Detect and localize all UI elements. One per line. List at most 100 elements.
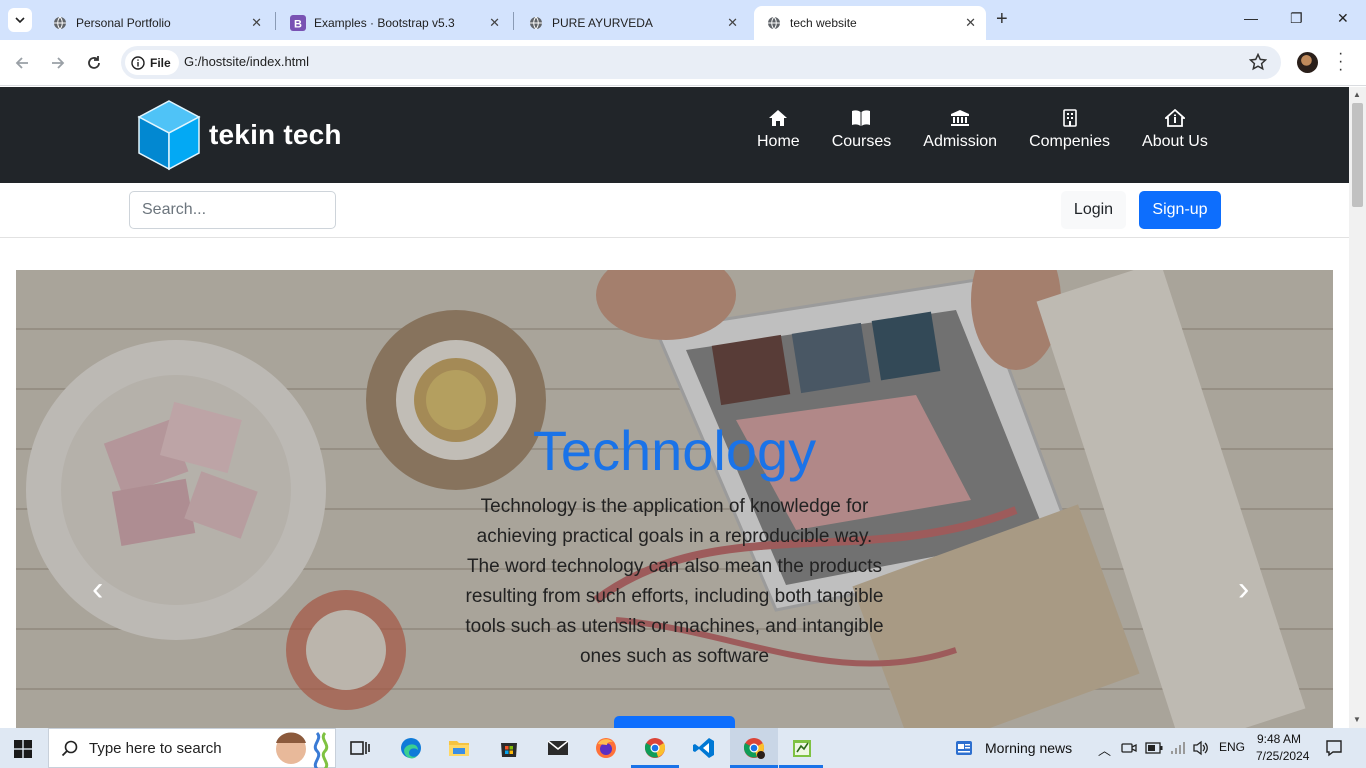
carousel-next-icon[interactable]: ›: [1238, 570, 1249, 609]
bookmark-star-icon[interactable]: [1248, 52, 1268, 76]
windows-start-icon[interactable]: [14, 740, 32, 763]
globe-icon: [766, 15, 782, 31]
globe-icon: [52, 15, 68, 31]
clock-time[interactable]: 9:48 AM: [1257, 732, 1301, 746]
site-info-label: File: [150, 55, 171, 70]
new-tab-plus-icon[interactable]: +: [996, 9, 1008, 29]
close-icon[interactable]: ✕: [965, 15, 976, 31]
book-icon: [852, 110, 871, 126]
scrollbar-thumb[interactable]: [1352, 103, 1363, 207]
close-icon[interactable]: ✕: [727, 15, 738, 31]
language-indicator[interactable]: ENG: [1219, 740, 1245, 754]
house-info-icon: [1164, 109, 1185, 127]
notifications-icon[interactable]: [1325, 739, 1343, 757]
brand-name: tekin tech: [209, 119, 342, 150]
mail-icon[interactable]: [546, 736, 570, 760]
search-login-bar: Login Sign-up: [0, 183, 1349, 238]
tab-divider: [275, 12, 276, 30]
file-explorer-icon[interactable]: [447, 736, 471, 760]
bootstrap-icon: B: [290, 15, 306, 31]
task-view-icon[interactable]: [348, 736, 372, 760]
browser-toolbar: File G:/hostsite/index.html: [0, 40, 1366, 86]
taskbar-search-placeholder: Type here to search: [89, 739, 222, 757]
nav-label: Home: [757, 133, 800, 150]
browser-tab[interactable]: B Examples · Bootstrap v5.3 ✕: [278, 6, 510, 40]
scroll-up-arrow-icon[interactable]: ▲: [1353, 90, 1361, 99]
hero-text: Technology is the application of knowled…: [465, 496, 884, 667]
browser-tab-active[interactable]: tech website ✕: [754, 6, 986, 40]
close-icon[interactable]: ✕: [251, 15, 262, 31]
windows-taskbar: Type here to search Morning news ︿ ENG 9…: [0, 728, 1366, 768]
address-bar[interactable]: File G:/hostsite/index.html: [121, 46, 1281, 79]
nav-companies[interactable]: Compenies: [1029, 109, 1110, 151]
close-window-icon[interactable]: ✕: [1337, 10, 1349, 27]
profile-avatar[interactable]: [1297, 52, 1318, 73]
chevron-down-icon: [15, 17, 25, 24]
search-input[interactable]: [129, 191, 336, 229]
battery-icon[interactable]: [1145, 742, 1163, 754]
signup-button[interactable]: Sign-up: [1139, 191, 1221, 229]
tray-chevron-up-icon[interactable]: ︿: [1098, 740, 1111, 759]
back-arrow-icon[interactable]: [12, 53, 32, 73]
taskbar-search-box[interactable]: Type here to search: [48, 728, 336, 768]
info-icon: [131, 55, 145, 70]
tab-title: PURE AYURVEDA: [552, 16, 653, 30]
chrome-icon[interactable]: [643, 736, 667, 760]
tab-title: Personal Portfolio: [76, 16, 171, 30]
browser-tab[interactable]: PURE AYURVEDA ✕: [516, 6, 748, 40]
login-button[interactable]: Login: [1061, 191, 1126, 229]
nav-label: About Us: [1142, 133, 1208, 150]
nav-about-us[interactable]: About Us: [1142, 109, 1208, 151]
vscode-icon[interactable]: [692, 736, 716, 760]
clock-date[interactable]: 7/25/2024: [1256, 749, 1309, 763]
nav-home[interactable]: Home: [757, 109, 800, 151]
browser-tab[interactable]: Personal Portfolio ✕: [40, 6, 272, 40]
forward-arrow-icon[interactable]: [48, 53, 68, 73]
nav-admission[interactable]: Admission: [923, 109, 997, 151]
close-icon[interactable]: ✕: [489, 15, 500, 31]
news-widget[interactable]: Morning news: [955, 739, 1072, 757]
chrome-profile-icon[interactable]: [742, 736, 766, 760]
volume-icon[interactable]: [1192, 740, 1210, 756]
bank-icon: [951, 110, 970, 126]
cube-logo-icon: [137, 100, 201, 171]
tab-search-button[interactable]: [8, 8, 32, 32]
nav-label: Admission: [923, 133, 998, 150]
meet-now-icon[interactable]: [1121, 741, 1137, 755]
nav-courses[interactable]: Courses: [831, 109, 892, 151]
house-icon: [769, 110, 788, 126]
edge-browser-icon[interactable]: [399, 736, 423, 760]
main-nav: Home Courses Admission Compenies About U…: [757, 109, 1208, 151]
wifi-icon[interactable]: [1169, 740, 1187, 756]
tab-divider: [513, 12, 514, 30]
restore-icon[interactable]: ❐: [1290, 10, 1303, 27]
url-text: G:/hostsite/index.html: [184, 54, 309, 69]
nav-label: Courses: [831, 133, 892, 150]
brand[interactable]: tekin tech: [137, 99, 342, 171]
minimize-icon[interactable]: —: [1244, 10, 1258, 26]
tab-title: tech website: [790, 16, 857, 30]
building-icon: [1062, 109, 1077, 127]
news-label: Morning news: [985, 740, 1073, 756]
hero-title: Technology: [532, 419, 817, 482]
page-viewport: tekin tech Home Courses Admission Compen…: [0, 87, 1349, 728]
nav-label: Compenies: [1029, 133, 1111, 150]
microsoft-store-icon[interactable]: [497, 736, 521, 760]
kebab-menu-icon[interactable]: · · ·: [1338, 46, 1343, 78]
hero-cta-button[interactable]: [614, 716, 735, 728]
browser-tab-strip: Personal Portfolio ✕ B Examples · Bootst…: [0, 0, 1366, 40]
news-icon: [956, 741, 972, 755]
notepad-plus-icon[interactable]: [790, 736, 814, 760]
svg-text:B: B: [294, 19, 302, 31]
firefox-icon[interactable]: [594, 736, 618, 760]
page-scrollbar[interactable]: ▲ ▼: [1349, 87, 1366, 728]
site-header: tekin tech Home Courses Admission Compen…: [0, 87, 1349, 183]
reload-icon[interactable]: [84, 53, 104, 73]
hero-caption: Technology Technology is the application…: [16, 416, 1333, 672]
carousel-prev-icon[interactable]: ‹: [92, 570, 103, 609]
hero-carousel: Technology Technology is the application…: [16, 270, 1333, 728]
scroll-down-arrow-icon[interactable]: ▼: [1353, 715, 1361, 724]
search-highlight-illustration-icon: [276, 731, 329, 768]
site-info-chip[interactable]: File: [125, 50, 179, 75]
globe-icon: [528, 15, 544, 31]
